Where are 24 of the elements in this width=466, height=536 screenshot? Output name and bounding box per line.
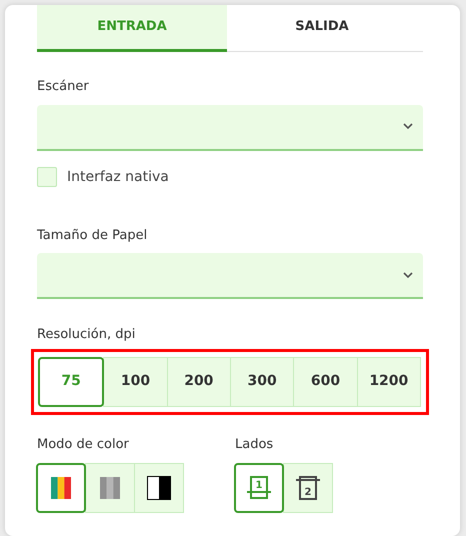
field-label: Modo de color	[37, 436, 130, 454]
tab[interactable]: SALIDA	[227, 5, 417, 52]
resolution-option[interactable]: 300	[230, 356, 294, 406]
color-bars-icon	[51, 477, 71, 499]
field-label: Lados	[235, 436, 274, 454]
checkbox-label: Interfaz nativa	[67, 168, 169, 186]
field-label: Escáner	[37, 78, 90, 96]
sides-option[interactable]: 1	[234, 463, 284, 513]
color-mode-option[interactable]	[36, 463, 86, 513]
sides-option[interactable]: 2	[283, 463, 333, 513]
chevron-icon	[403, 272, 413, 278]
field-label: Tamaño de Papel	[37, 226, 148, 244]
resolution-option[interactable]: 200	[166, 356, 231, 406]
chevron-icon	[403, 123, 413, 130]
grayscale-icon	[100, 477, 120, 499]
resolution-option[interactable]: 600	[293, 356, 358, 406]
checkbox[interactable]	[37, 167, 57, 187]
monochrome-icon	[147, 476, 171, 500]
field-label: Resolución, dpi	[37, 326, 136, 344]
paper-size-select[interactable]	[37, 253, 423, 299]
resolution-option[interactable]: 100	[103, 356, 168, 406]
resolution-option[interactable]: 1200	[356, 356, 421, 406]
resolution-option[interactable]: 75	[38, 356, 104, 406]
scanner-select[interactable]	[37, 104, 423, 150]
